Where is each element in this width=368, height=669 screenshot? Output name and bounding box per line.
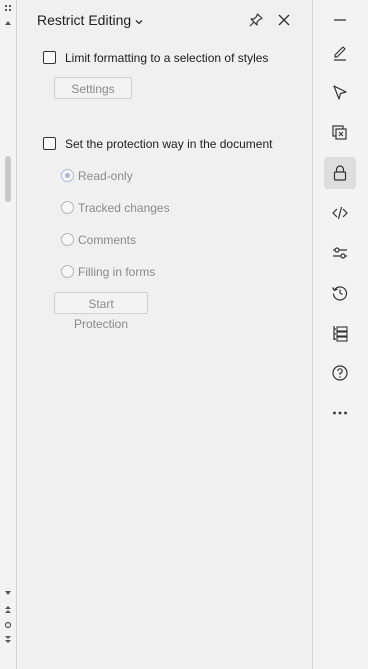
radio-filling-in-forms[interactable] xyxy=(61,265,74,278)
chevron-down-icon[interactable] xyxy=(134,16,144,26)
scroll-up-icon[interactable] xyxy=(3,18,13,28)
radio-label-read-only: Read-only xyxy=(78,169,133,183)
history-icon[interactable] xyxy=(324,277,356,309)
pen-icon[interactable] xyxy=(324,37,356,69)
select-browse-object-icon[interactable] xyxy=(3,620,13,630)
panel-title[interactable]: Restrict Editing xyxy=(37,12,131,28)
next-page-icon[interactable] xyxy=(3,635,13,645)
radio-label-filling-in-forms: Filling in forms xyxy=(78,265,156,279)
start-protection-button[interactable]: Start Protection xyxy=(54,292,148,331)
set-protection-label: Set the protection way in the document xyxy=(65,137,273,151)
scrollbar-thumb[interactable] xyxy=(5,156,11,202)
restrict-editing-panel: Restrict Editing Limit formatting to a s… xyxy=(17,0,312,669)
scroll-down-icon[interactable] xyxy=(3,588,13,598)
pin-icon[interactable] xyxy=(248,12,264,28)
navigation-tree-icon[interactable] xyxy=(324,317,356,349)
clear-format-icon[interactable] xyxy=(324,117,356,149)
radio-read-only[interactable] xyxy=(61,169,74,182)
help-icon[interactable] xyxy=(324,357,356,389)
sliders-icon[interactable] xyxy=(324,237,356,269)
radio-label-tracked-changes: Tracked changes xyxy=(78,201,170,215)
limit-formatting-label: Limit formatting to a selection of style… xyxy=(65,51,269,65)
grip-icon[interactable] xyxy=(3,3,13,13)
more-icon[interactable] xyxy=(324,397,356,429)
right-toolbar xyxy=(312,0,368,669)
set-protection-checkbox[interactable] xyxy=(43,137,56,150)
code-icon[interactable] xyxy=(324,197,356,229)
select-cursor-icon[interactable] xyxy=(324,77,356,109)
panel-header: Restrict Editing xyxy=(37,11,298,31)
settings-button[interactable]: Settings xyxy=(54,77,132,99)
radio-comments[interactable] xyxy=(61,233,74,246)
close-icon[interactable] xyxy=(276,12,292,28)
minimize-icon[interactable] xyxy=(324,4,356,36)
limit-formatting-checkbox[interactable] xyxy=(43,51,56,64)
radio-label-comments: Comments xyxy=(78,233,137,247)
radio-tracked-changes[interactable] xyxy=(61,201,74,214)
prev-page-icon[interactable] xyxy=(3,604,13,614)
lock-icon[interactable] xyxy=(324,157,356,189)
left-scroll-rail xyxy=(0,0,17,669)
